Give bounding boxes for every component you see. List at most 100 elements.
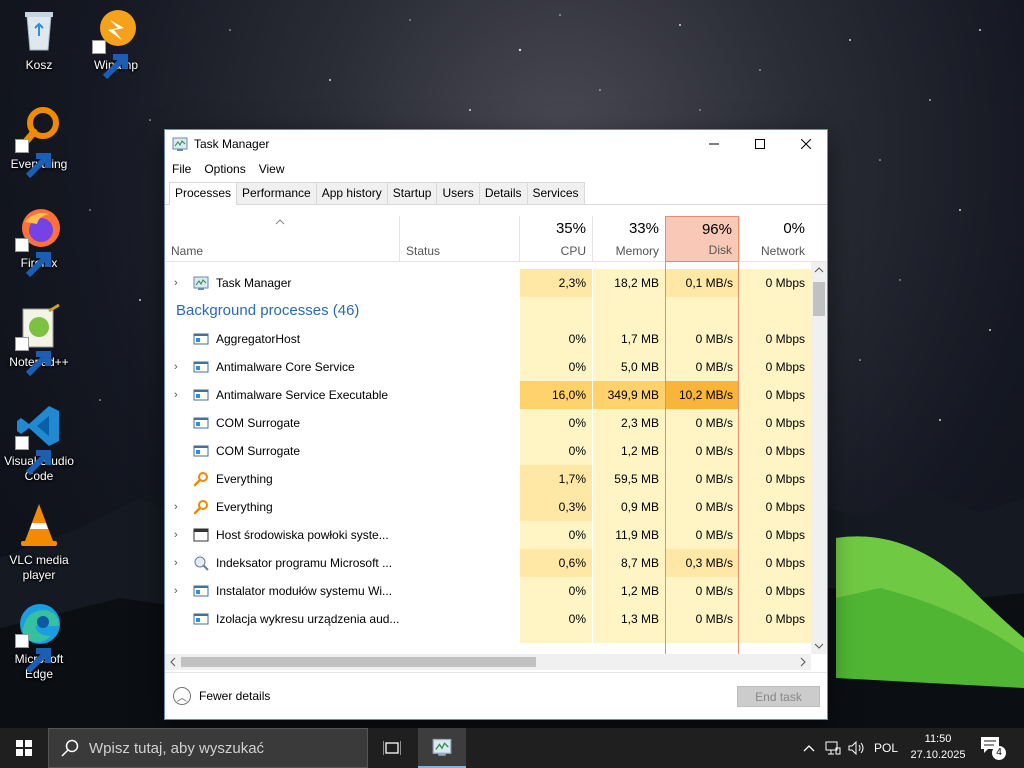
expand-chevron-icon[interactable]: › <box>174 502 182 513</box>
disk-value: 0 MB/s <box>665 493 739 521</box>
horizontal-scroll-thumb[interactable] <box>181 657 536 667</box>
desktop-icon-notepad-plus-plus[interactable]: Notepad++ <box>1 303 77 377</box>
tab-services[interactable]: Services <box>526 182 585 204</box>
process-row[interactable]: AggregatorHost 0% 1,7 MB 0 MB/s 0 Mbps <box>165 325 811 353</box>
taskbar-search-box[interactable]: Wpisz tutaj, aby wyszukać <box>48 728 368 768</box>
desktop-icon-edge[interactable]: Microsoft Edge <box>1 600 77 682</box>
column-headers: Name Status 35% CPU 33% Memory 96% Disk … <box>165 216 827 262</box>
group-title: Background processes (46) <box>176 302 360 319</box>
process-row[interactable]: › Antimalware Service Executable 16,0% 349,… <box>165 381 811 409</box>
close-button[interactable] <box>783 130 829 158</box>
taskbar-clock[interactable]: 11:50 27.10.2025 <box>905 731 971 763</box>
process-row[interactable]: COM Surrogate 0% 2,3 MB 0 MB/s 0 Mbps <box>165 409 811 437</box>
process-list: › Task Manager 2,3% 18,2 MB 0,1 MB/s 0 Mbps Ba… <box>165 262 811 654</box>
input-language-button[interactable]: POL <box>870 728 902 768</box>
fewer-details-button[interactable]: ︿ Fewer details <box>173 687 270 705</box>
window-icon <box>193 528 209 542</box>
cpu-value: 0,6% <box>519 549 592 577</box>
desktop-icon-vscode[interactable]: Visual Studio Code <box>1 402 77 484</box>
process-row[interactable]: Everything 1,7% 59,5 MB 0 MB/s 0 Mbps <box>165 465 811 493</box>
show-hidden-icons-button[interactable] <box>798 728 820 768</box>
tab-app-history[interactable]: App history <box>315 182 388 204</box>
service-icon <box>193 361 209 373</box>
minimize-icon <box>709 143 719 145</box>
process-name: Task Manager <box>216 276 292 290</box>
process-row[interactable]: › Instalator modułów systemu Wi... 0% 1,2 M… <box>165 577 811 605</box>
desktop-icon-everything[interactable]: Everything <box>1 105 77 179</box>
process-name: COM Surrogate <box>216 444 301 458</box>
expand-chevron-icon[interactable]: › <box>174 362 182 373</box>
scroll-right-icon[interactable] <box>799 657 807 667</box>
column-header-network[interactable]: 0% Network <box>739 216 811 262</box>
vertical-scroll-thumb[interactable] <box>813 282 825 316</box>
menu-options[interactable]: Options <box>204 162 245 176</box>
tab-startup[interactable]: Startup <box>386 182 438 204</box>
shortcut-arrow-icon <box>15 139 51 179</box>
cpu-value: 0% <box>519 437 592 465</box>
desktop-icon-winamp[interactable]: Winamp <box>78 6 154 80</box>
process-row[interactable]: COM Surrogate 0% 1,2 MB 0 MB/s 0 Mbps <box>165 437 811 465</box>
task-view-button[interactable] <box>368 728 416 768</box>
cpu-value: 0% <box>519 353 592 381</box>
task-manager-window: Task Manager File Options View Processes… <box>164 129 828 720</box>
scroll-left-icon[interactable] <box>169 657 177 667</box>
disk-value: 0 MB/s <box>665 521 739 549</box>
expand-chevron-icon[interactable]: › <box>174 586 182 597</box>
network-value: 0 Mbps <box>739 465 811 493</box>
maximize-icon <box>755 139 765 149</box>
tab-details[interactable]: Details <box>478 182 528 204</box>
menu-file[interactable]: File <box>172 162 191 176</box>
horizontal-scrollbar[interactable] <box>165 654 811 670</box>
title-bar[interactable]: Task Manager <box>165 130 827 158</box>
process-row[interactable]: › Task Manager 2,3% 18,2 MB 0,1 MB/s 0 Mbps <box>165 269 811 297</box>
desktop-icon-recycle-bin[interactable]: Kosz <box>1 6 77 73</box>
everything-icon <box>193 500 208 515</box>
minimize-button[interactable] <box>691 130 737 158</box>
disk-value: 0 MB/s <box>665 353 739 381</box>
service-icon <box>193 417 209 429</box>
desktop-icon-vlc[interactable]: VLC media player <box>1 501 77 583</box>
memory-value: 5,0 MB <box>592 353 665 381</box>
column-header-status[interactable]: Status <box>399 216 519 262</box>
end-task-button[interactable]: End task <box>737 686 820 707</box>
network-value: 0 Mbps <box>739 325 811 353</box>
clock-time: 11:50 <box>924 733 952 745</box>
process-row[interactable]: › Antimalware Core Service 0% 5,0 MB 0 MB/s 0… <box>165 353 811 381</box>
group-header-row[interactable]: Background processes (46) <box>165 297 811 325</box>
column-header-name[interactable]: Name <box>171 216 399 262</box>
process-row[interactable]: › Indeksator programu Microsoft ... 0,6% 8,… <box>165 549 811 577</box>
expand-chevron-icon[interactable]: › <box>174 530 182 541</box>
process-row[interactable]: › Host środowiska powłoki syste... 0% 11,9 … <box>165 521 811 549</box>
expand-chevron-icon[interactable]: › <box>174 390 182 401</box>
column-header-cpu[interactable]: 35% CPU <box>519 216 592 262</box>
task-manager-icon <box>432 738 452 756</box>
action-center-button[interactable]: 4 <box>980 736 1006 760</box>
indexer-icon <box>194 556 209 571</box>
cpu-value: 0,3% <box>519 493 592 521</box>
column-header-disk[interactable]: 96% Disk <box>665 216 739 262</box>
scroll-down-icon[interactable] <box>814 642 824 650</box>
disk-value: 0,1 MB/s <box>665 269 739 297</box>
expand-chevron-icon[interactable]: › <box>174 278 182 289</box>
tab-processes[interactable]: Processes <box>169 182 238 205</box>
network-tray-button[interactable] <box>822 728 844 768</box>
taskbar-task-manager-button[interactable] <box>418 728 466 768</box>
process-row[interactable]: Izolacja wykresu urządzenia aud... 0% 1,3 … <box>165 605 811 633</box>
memory-value: 1,3 MB <box>592 605 665 633</box>
scroll-up-icon[interactable] <box>814 266 824 274</box>
column-header-memory[interactable]: 33% Memory <box>592 216 665 262</box>
start-button[interactable] <box>0 728 48 768</box>
network-value: 0 Mbps <box>739 521 811 549</box>
process-row[interactable]: › Everything 0,3% 0,9 MB 0 MB/s 0 Mbps <box>165 493 811 521</box>
tab-strip: Processes Performance App history Startu… <box>165 180 827 205</box>
desktop-icon-label: Kosz <box>25 58 53 72</box>
menu-view[interactable]: View <box>259 162 285 176</box>
maximize-button[interactable] <box>737 130 783 158</box>
cpu-value: 2,3% <box>519 269 592 297</box>
volume-tray-button[interactable] <box>846 728 868 768</box>
vertical-scrollbar[interactable] <box>811 262 827 654</box>
expand-chevron-icon[interactable]: › <box>174 558 182 569</box>
tab-users[interactable]: Users <box>436 182 480 204</box>
desktop-icon-firefox[interactable]: Firefox <box>1 204 77 278</box>
tab-performance[interactable]: Performance <box>236 182 317 204</box>
